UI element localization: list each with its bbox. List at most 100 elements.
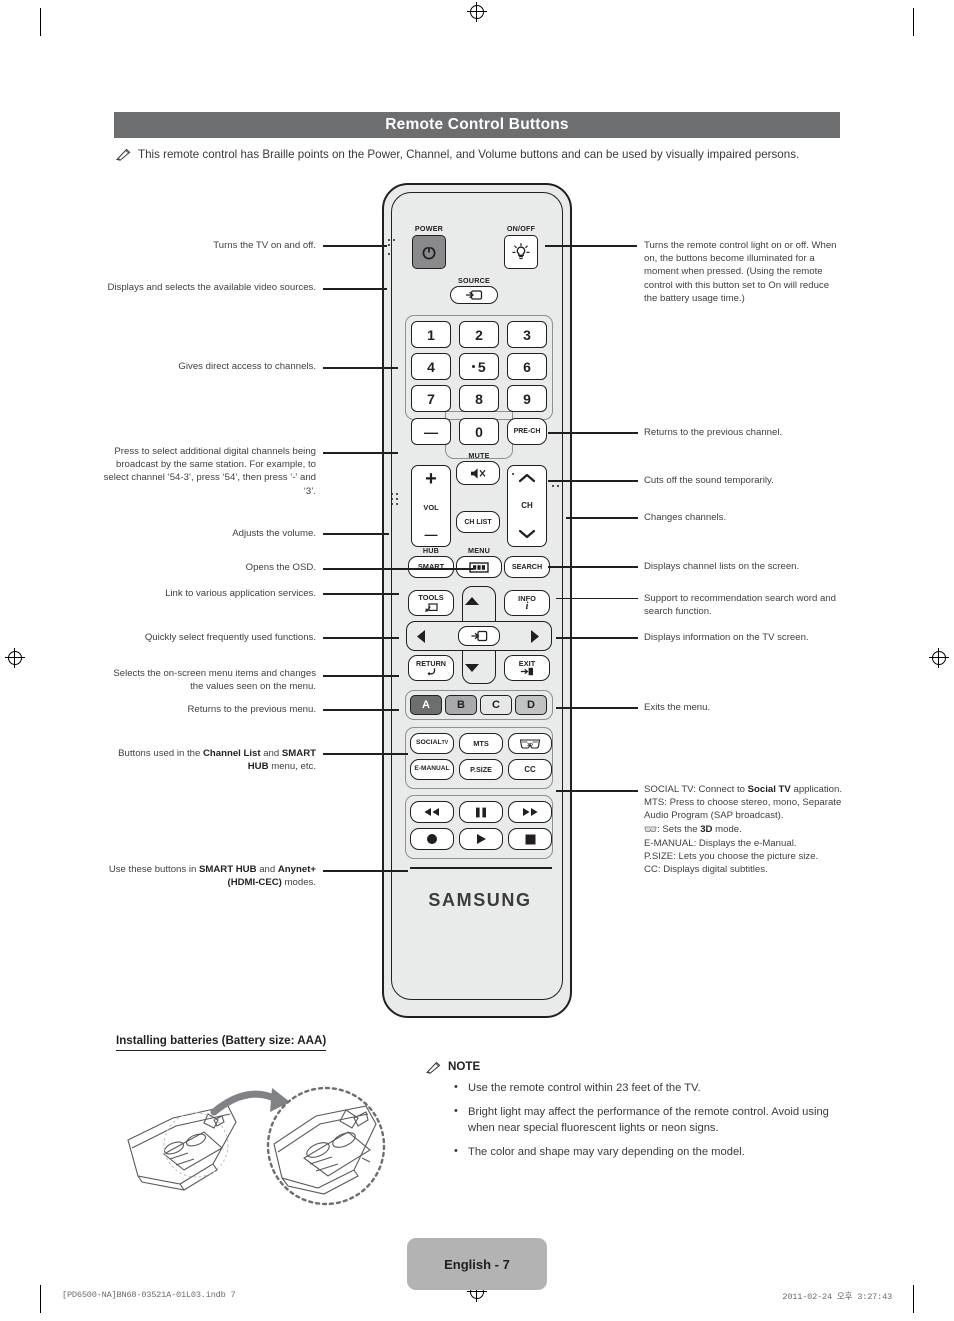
exit-label: EXIT — [518, 658, 536, 668]
crop-mark-tr-v — [912, 8, 914, 36]
digit-7-label: 7 — [427, 390, 435, 407]
arrow-left-icon[interactable] — [416, 629, 426, 644]
samsung-brand: SAMSUNG — [428, 890, 532, 910]
arrow-down-icon[interactable] — [464, 663, 480, 673]
info-i-icon: i — [525, 601, 529, 613]
rewind-button[interactable] — [410, 801, 454, 823]
mute-label: MUTE — [468, 451, 490, 460]
footer-file-reference: [PD6500-NA]BN68-03521A-01L03.indb 7 — [62, 1290, 236, 1300]
annotation-info: Displays information on the TV screen. — [644, 632, 809, 643]
volume-down-label[interactable]: — — [425, 528, 438, 541]
annotation-chlist: Displays channel lists on the screen. — [644, 561, 800, 572]
info-button[interactable]: INFO i — [504, 590, 550, 616]
bulb-icon — [512, 243, 530, 260]
d-button[interactable]: D — [515, 695, 547, 715]
a-label: A — [422, 698, 430, 711]
digit-6-button[interactable]: 6 — [507, 353, 547, 380]
emanual-button[interactable]: E-MANUAL — [410, 759, 454, 780]
record-icon — [427, 834, 437, 844]
annotation-abcd: Buttons used in the Channel List and SMA… — [118, 748, 316, 773]
enter-button[interactable] — [458, 626, 500, 646]
vol-braille-dots — [389, 493, 403, 513]
tools-icon — [424, 603, 438, 612]
digit-1-button[interactable]: 1 — [411, 321, 451, 348]
play-button[interactable] — [459, 828, 503, 850]
digit-5-button[interactable]: 5 — [459, 353, 499, 380]
digit-0-label: 0 — [475, 423, 483, 440]
c-label: C — [492, 698, 500, 711]
remote-inner-panel: POWER ON/OFF SOURCE 1 2 3 4 5 6 7 8 9 — … — [388, 192, 566, 1000]
manual-page: Remote Control Buttons This remote contr… — [0, 0, 954, 1321]
source-button[interactable] — [450, 286, 498, 304]
crop-mark-tl-v — [40, 8, 42, 36]
mute-icon — [470, 467, 485, 479]
annotation-3d: : Sets the 3D mode. — [644, 823, 844, 837]
digit-4-button[interactable]: 4 — [411, 353, 451, 380]
source-label: SOURCE — [458, 276, 490, 285]
cc-button[interactable]: CC — [508, 759, 552, 780]
annotation-prech: Returns to the previous channel. — [644, 427, 783, 438]
leader-media — [323, 870, 408, 872]
arrow-up-icon[interactable] — [518, 473, 536, 483]
leader-function-keys — [556, 790, 638, 792]
three-d-button[interactable]: 3D — [508, 733, 552, 754]
page-title: Remote Control Buttons — [385, 116, 569, 133]
power-button[interactable] — [412, 235, 446, 269]
ch-braille-dots — [552, 485, 566, 495]
leader-power — [323, 245, 387, 247]
a-button[interactable]: A — [410, 695, 442, 715]
social-tv-superscript: TV — [441, 740, 449, 746]
leader-smart — [323, 593, 399, 595]
dash-button[interactable]: — — [411, 418, 451, 445]
digit-3-button[interactable]: 3 — [507, 321, 547, 348]
prech-button[interactable]: PRE-CH — [507, 418, 547, 445]
leader-abcd — [323, 753, 408, 755]
pause-icon — [476, 807, 486, 817]
exit-arrow-icon — [520, 668, 533, 676]
stop-icon — [525, 834, 535, 844]
note-item: Bright light may affect the performance … — [454, 1103, 846, 1137]
arrow-up-icon[interactable] — [464, 596, 480, 606]
pencil-note-icon — [116, 148, 134, 166]
smart-hub-button[interactable]: SMART — [408, 556, 454, 578]
record-button[interactable] — [410, 828, 454, 850]
chlist-button[interactable]: CH LIST — [456, 511, 500, 533]
annotation-dash: Press to select additional digital chann… — [103, 446, 316, 497]
arrow-right-icon[interactable] — [530, 629, 540, 644]
digit-7-button[interactable]: 7 — [411, 385, 451, 412]
tools-button[interactable]: TOOLS — [408, 590, 454, 616]
crop-mark-bl-v — [40, 1285, 42, 1313]
digit-2-button[interactable]: 2 — [459, 321, 499, 348]
fast-forward-button[interactable] — [508, 801, 552, 823]
search-button[interactable]: SEARCH — [504, 556, 550, 578]
digit-8-button[interactable]: 8 — [459, 385, 499, 412]
annotation-mute: Cuts off the sound temporarily. — [644, 475, 774, 486]
annotation-menu: Opens the OSD. — [245, 562, 316, 573]
leader-menu — [323, 568, 473, 570]
menu-button[interactable] — [456, 556, 502, 578]
b-button[interactable]: B — [445, 695, 477, 715]
prech-label: PRE-CH — [513, 428, 541, 435]
leader-chlist — [548, 566, 638, 568]
exit-button[interactable]: EXIT — [504, 655, 550, 681]
volume-up-label[interactable]: + — [425, 469, 437, 489]
social-tv-button[interactable]: SOCIAL TV — [410, 733, 454, 754]
intro-text: This remote control has Braille points o… — [138, 148, 800, 161]
volume-rocker[interactable]: + VOL — — [411, 465, 451, 547]
pause-button[interactable] — [459, 801, 503, 823]
search-label: SEARCH — [511, 562, 543, 572]
rewind-icon — [424, 808, 439, 816]
return-button[interactable]: RETURN — [408, 655, 454, 681]
mute-button[interactable] — [456, 461, 500, 485]
arrow-down-icon[interactable] — [518, 529, 536, 539]
digit-0-button[interactable]: 0 — [459, 418, 499, 445]
digit-9-button[interactable]: 9 — [507, 385, 547, 412]
chlist-label: CH LIST — [464, 518, 492, 526]
stop-button[interactable] — [508, 828, 552, 850]
mts-button[interactable]: MTS — [459, 733, 503, 754]
annotation-nav: Selects the on-screen menu items and cha… — [113, 668, 316, 693]
c-button[interactable]: C — [480, 695, 512, 715]
psize-button[interactable]: P.SIZE — [459, 759, 503, 780]
note-block: NOTE Use the remote control within 23 fe… — [426, 1060, 846, 1160]
light-onoff-button[interactable] — [504, 235, 538, 269]
